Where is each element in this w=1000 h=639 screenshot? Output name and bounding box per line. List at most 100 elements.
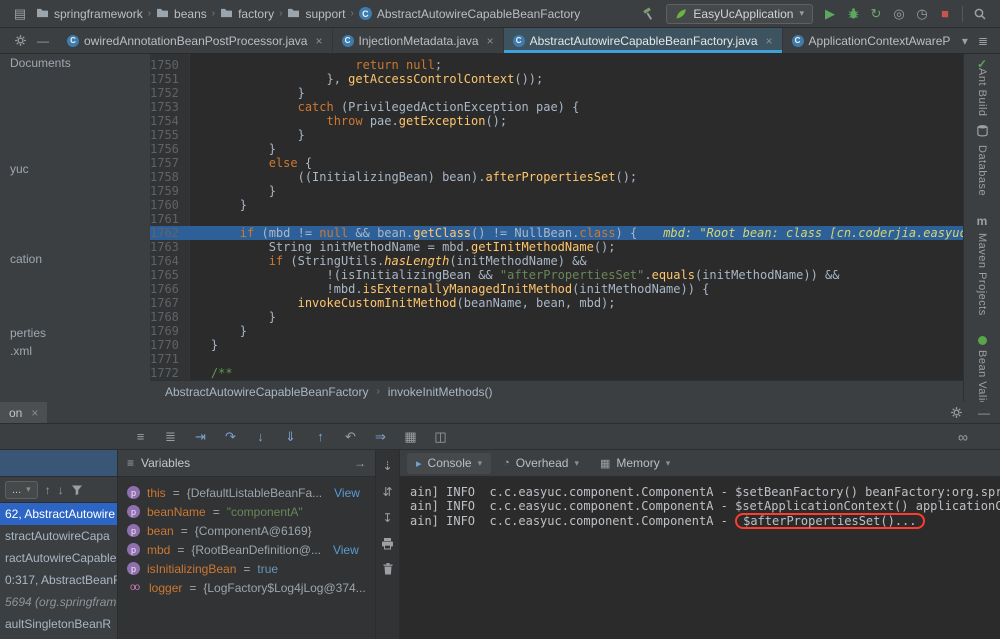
thread-selector[interactable]: ... ▾ — [5, 481, 38, 499]
console-tab-overhead[interactable]: ◔Overhead▾ — [494, 453, 588, 474]
variable-row[interactable]: pbeanName = "componentA" — [118, 502, 375, 521]
show-execution-point-icon[interactable]: ⇥ — [192, 429, 209, 445]
close-icon[interactable]: × — [315, 34, 322, 48]
code-line[interactable]: 1751}, getAccessControlContext()); — [150, 72, 963, 86]
stop-button[interactable]: ■ — [935, 4, 955, 24]
rerun-button[interactable]: ↻ — [866, 4, 886, 24]
filter-frames-icon[interactable] — [71, 484, 83, 496]
print-icon[interactable] — [381, 537, 394, 550]
code-line[interactable]: 1767invokeCustomInitMethod(beanName, bea… — [150, 296, 963, 310]
pin-arrow-icon[interactable]: → — [354, 456, 366, 470]
console-output[interactable]: ain] INFO c.c.easyuc.component.Component… — [400, 477, 1000, 639]
view-options-icon[interactable]: ≣ — [162, 429, 179, 445]
code-line[interactable]: 1760} — [150, 198, 963, 212]
code-line[interactable]: 1758((InitializingBean) bean).afterPrope… — [150, 170, 963, 184]
stack-frame-row[interactable]: stractAutowireCapa — [0, 525, 117, 547]
run-to-cursor-icon[interactable]: ⇒ — [372, 429, 389, 445]
code-line[interactable]: 1771 — [150, 352, 963, 366]
code-line[interactable]: 1761 — [150, 212, 963, 226]
tool-stripe-maven-projects[interactable]: mMaven Projects — [964, 214, 1000, 316]
scroll-end-icon[interactable]: ↧ — [382, 511, 392, 525]
close-icon[interactable]: × — [766, 34, 773, 48]
tool-stripe-bean-validation[interactable]: Bean Validation — [964, 336, 1000, 402]
code-line[interactable]: 1757else { — [150, 156, 963, 170]
hide-debug-icon[interactable]: — — [978, 406, 990, 420]
search-icon[interactable] — [970, 4, 990, 24]
breadcrumb-item[interactable]: support — [285, 7, 347, 21]
settings-gear-icon[interactable] — [14, 34, 27, 47]
code-line[interactable]: 1750return null; — [150, 58, 963, 72]
step-into-icon[interactable]: ↓ — [252, 429, 269, 444]
project-tree-item[interactable]: yuc — [10, 162, 29, 176]
close-icon[interactable]: × — [487, 34, 494, 48]
code-line[interactable]: 1769} — [150, 324, 963, 338]
tab-list-icon[interactable]: ≣ — [978, 34, 988, 48]
menu-icon[interactable]: ≡ — [127, 456, 134, 470]
code-line[interactable]: 1768} — [150, 310, 963, 324]
console-tab-console[interactable]: ▸Console▾ — [407, 453, 491, 474]
breadcrumb-item[interactable]: beans — [154, 7, 209, 21]
variable-row[interactable]: pthis = {DefaultListableBeanFa...View — [118, 483, 375, 502]
variable-row[interactable]: pmbd = {RootBeanDefinition@...View — [118, 540, 375, 559]
code-line[interactable]: 1754throw pae.getException(); — [150, 114, 963, 128]
stack-frame-row[interactable]: aultSingletonBeanR — [0, 613, 117, 635]
code-line[interactable]: 1756} — [150, 142, 963, 156]
step-over-icon[interactable]: ↷ — [222, 429, 239, 445]
code-line[interactable]: 1765!(isInitializingBean && "afterProper… — [150, 268, 963, 282]
project-tree-item[interactable]: .xml — [10, 344, 32, 358]
close-icon[interactable]: × — [31, 406, 38, 420]
settings-gear-icon[interactable] — [950, 406, 963, 419]
frame-down-icon[interactable]: ↓ — [58, 483, 64, 497]
stack-frame-row[interactable]: 5694 (org.springfram — [0, 591, 117, 613]
force-step-into-icon[interactable]: ⇓ — [282, 429, 299, 445]
split-layout-icon[interactable]: ◫ — [432, 429, 449, 445]
infinity-icon[interactable]: ∞ — [958, 429, 968, 445]
soft-wrap-icon[interactable]: ⇵ — [382, 485, 392, 499]
tool-stripe-database[interactable]: Database — [964, 124, 1000, 196]
build-hammer-icon[interactable] — [639, 4, 659, 24]
profiler-button[interactable]: ◷ — [912, 4, 932, 24]
editor-tab[interactable]: CInjectionMetadata.java× — [333, 28, 504, 53]
drop-frame-icon[interactable]: ↶ — [342, 429, 359, 445]
view-link[interactable]: View — [334, 486, 360, 500]
code-line[interactable]: 1766!mbd.isExternallyManagedInitMethod(i… — [150, 282, 963, 296]
code-line[interactable]: 1770} — [150, 338, 963, 352]
stack-frame-row[interactable]: ractAutowireCapable — [0, 547, 117, 569]
project-tree-item[interactable]: cation — [10, 252, 42, 266]
editor[interactable]: 1750return null;1751}, getAccessControlC… — [150, 54, 963, 380]
debug-session-tab[interactable]: on × — [0, 402, 47, 423]
breadcrumb-item[interactable]: springframework — [34, 7, 145, 21]
breadcrumb-class[interactable]: AbstractAutowireCapableBeanFactory — [165, 385, 368, 399]
console-tab-memory[interactable]: ▦Memory▾ — [591, 453, 679, 474]
breadcrumb-item[interactable]: factory — [218, 7, 276, 21]
frame-up-icon[interactable]: ↑ — [45, 483, 51, 497]
code-line[interactable]: 1772/** — [150, 366, 963, 380]
coverage-button[interactable]: ◎ — [889, 4, 909, 24]
chevron-down-icon[interactable]: ▾ — [962, 34, 968, 48]
code-line[interactable]: 1752} — [150, 86, 963, 100]
code-line[interactable]: 1759} — [150, 184, 963, 198]
run-button[interactable]: ▶ — [820, 4, 840, 24]
code-line[interactable]: 1764if (StringUtils.hasLength(initMethod… — [150, 254, 963, 268]
code-line[interactable]: 1755} — [150, 128, 963, 142]
view-link[interactable]: View — [333, 543, 359, 557]
code-line[interactable]: 1753catch (PrivilegedActionException pae… — [150, 100, 963, 114]
scroll-down-icon[interactable]: ⇣ — [382, 459, 392, 473]
step-out-icon[interactable]: ↑ — [312, 429, 329, 444]
editor-tab[interactable]: CAbstractAutowireCapableBeanFactory.java… — [504, 28, 783, 53]
run-config-select[interactable]: EasyUcApplication ▾ — [666, 4, 813, 24]
editor-tab[interactable]: CowiredAnnotationBeanPostProcessor.java× — [58, 28, 333, 53]
debug-button[interactable] — [843, 4, 863, 24]
hide-panel-icon[interactable]: — — [37, 34, 49, 48]
breadcrumb-method[interactable]: invokeInitMethods() — [388, 385, 493, 399]
tool-stripe-ant-build[interactable]: Ant Build — [964, 68, 1000, 117]
restore-layout-icon[interactable]: ≡ — [132, 429, 149, 444]
stack-frame-row[interactable]: 62, AbstractAutowire — [0, 503, 117, 525]
variable-row[interactable]: oologger = {LogFactory$Log4jLog@374... — [118, 578, 375, 597]
project-tree-item[interactable]: Documents — [10, 56, 71, 70]
clear-console-icon[interactable] — [382, 562, 394, 575]
breadcrumb-class-item[interactable]: CAbstractAutowireCapableBeanFactory — [357, 7, 582, 21]
variable-row[interactable]: pisInitializingBean = true — [118, 559, 375, 578]
code-line[interactable]: 1762if (mbd != null && bean.getClass() !… — [150, 226, 963, 240]
project-tree-item[interactable]: perties — [10, 326, 46, 340]
